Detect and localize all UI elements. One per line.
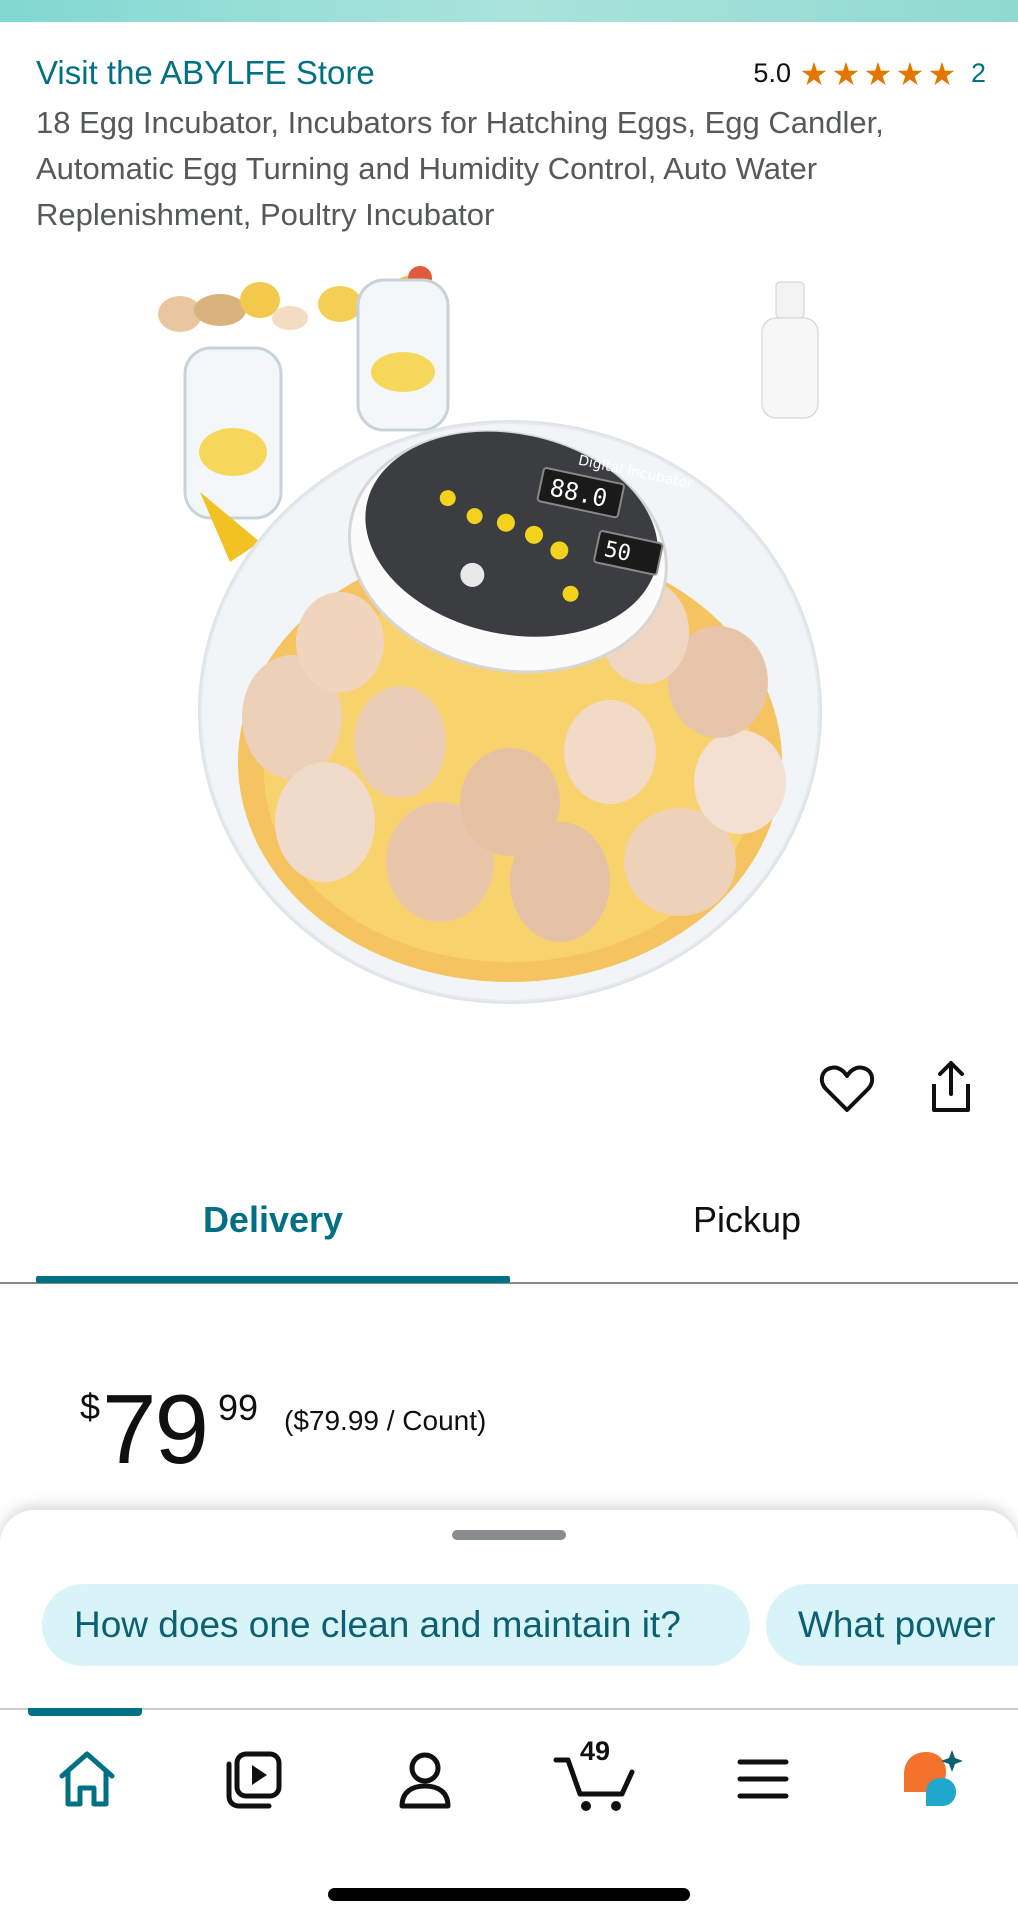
star-icon: ★ <box>799 55 829 92</box>
star-icon: ★ <box>863 55 893 92</box>
heart-icon[interactable] <box>818 1060 876 1118</box>
rufus-icon[interactable] <box>896 1744 966 1814</box>
price-fraction: 99 <box>218 1387 259 1428</box>
nav-selected-indicator <box>28 1708 142 1716</box>
top-banner-strip <box>0 0 1018 22</box>
price-whole: 79 <box>102 1374 209 1484</box>
tab-pickup[interactable]: Pickup <box>510 1180 984 1280</box>
store-rating-row: Visit the ABYLFE Store 5.0 ★ ★ ★ ★ ★ 2 <box>36 50 986 94</box>
fulfillment-tabs: Delivery Pickup <box>0 1180 1018 1284</box>
star-icon: ★ <box>831 55 861 92</box>
bottom-nav-bar: 49 <box>0 1708 1018 1920</box>
spray-bottle <box>761 281 819 419</box>
visit-store-link[interactable]: Visit the ABYLFE Store <box>36 54 375 92</box>
share-icon[interactable] <box>922 1058 980 1116</box>
star-rating: ★ ★ ★ ★ ★ <box>799 55 957 92</box>
tab-delivery[interactable]: Delivery <box>36 1180 510 1280</box>
suggestion-chip[interactable]: What power <box>766 1584 1018 1666</box>
home-icon[interactable] <box>52 1744 122 1814</box>
suggestion-chip[interactable]: How does one clean and maintain it? <box>42 1584 750 1666</box>
suggestions-sheet: How does one clean and maintain it? What… <box>0 1510 1018 1710</box>
star-icon: ★ <box>895 55 925 92</box>
rating-value: 5.0 <box>753 58 791 88</box>
product-image[interactable]: 88.0 50 Digital Incubator <box>140 262 880 1022</box>
tab-selected-indicator <box>36 1276 510 1283</box>
video-icon[interactable] <box>219 1744 289 1814</box>
cart-button[interactable]: 49 <box>552 1736 642 1814</box>
rating-count[interactable]: 2 <box>971 58 986 89</box>
home-indicator <box>328 1888 690 1901</box>
price-currency-symbol: $ <box>80 1386 101 1427</box>
rating-summary[interactable]: 5.0 ★ ★ ★ ★ ★ 2 <box>753 55 986 92</box>
unit-price: ($79.99 / Count) <box>284 1405 487 1436</box>
sheet-drag-handle[interactable] <box>452 1530 566 1540</box>
star-icon: ★ <box>927 55 957 92</box>
account-icon[interactable] <box>390 1744 460 1814</box>
menu-icon[interactable] <box>728 1744 798 1814</box>
cart-count-badge: 49 <box>580 1736 611 1766</box>
product-title: 18 Egg Incubator, Incubators for Hatchin… <box>36 105 884 232</box>
